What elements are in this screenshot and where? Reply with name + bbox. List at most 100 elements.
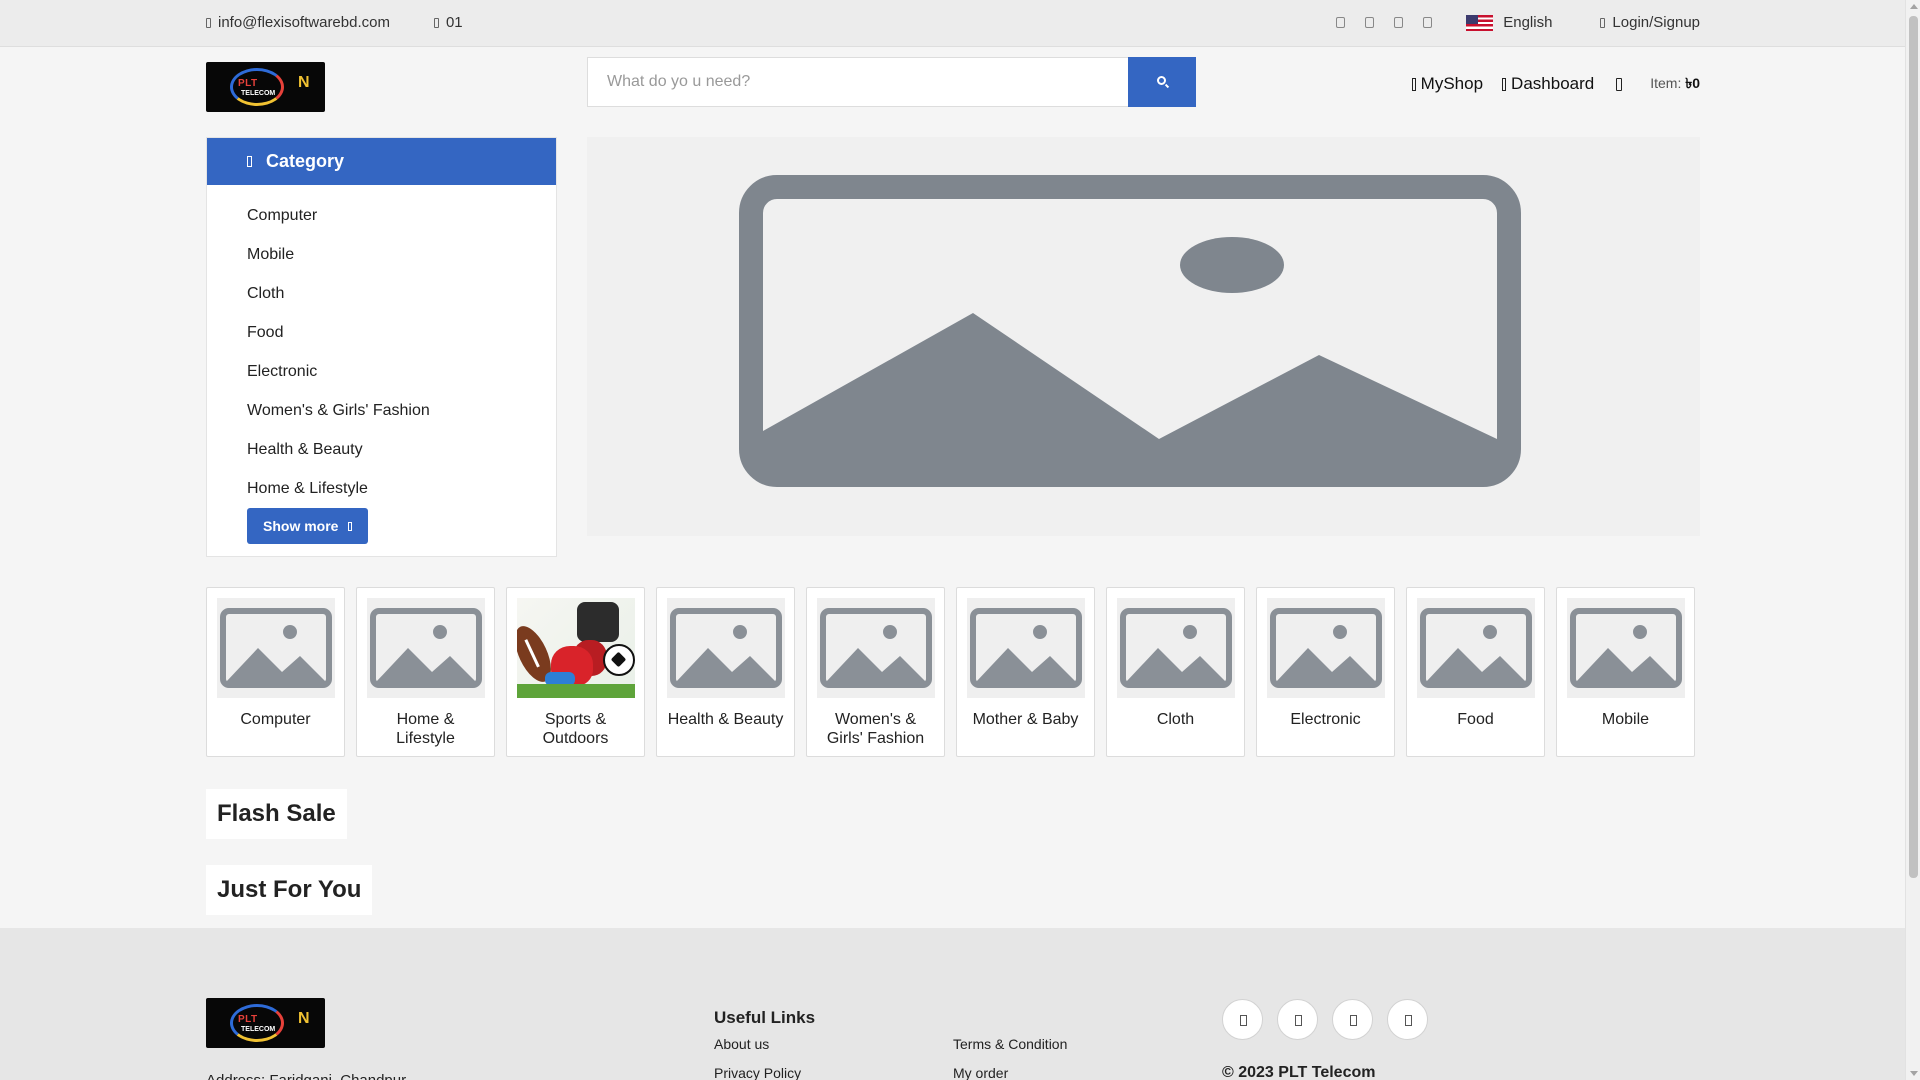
useful-links: About us Terms & Condition Privacy Polic…	[714, 1036, 1192, 1080]
instagram-icon[interactable]	[1332, 999, 1373, 1040]
us-flag-icon	[1466, 14, 1494, 31]
instagram-icon[interactable]	[1394, 17, 1404, 28]
footer-social-links	[1222, 999, 1428, 1040]
category-card[interactable]: Computer	[206, 587, 345, 757]
category-card-label: Women's & Girls' Fashion	[826, 711, 925, 747]
dashboard-label: Dashboard	[1511, 74, 1595, 93]
image-placeholder-icon	[739, 175, 1521, 487]
category-image	[967, 598, 1085, 698]
dashboard-icon	[1502, 77, 1507, 91]
logo-text: PLT	[238, 78, 258, 89]
login-signup-link[interactable]: Login/Signup	[1600, 14, 1700, 31]
category-card-label: Electronic	[1290, 711, 1361, 728]
show-more-label: Show more	[263, 518, 339, 534]
site-logo[interactable]: PLT TELECOM N	[206, 62, 325, 112]
sports-equipment-image	[517, 598, 635, 698]
category-list: Computer Mobile Cloth Food Electronic Wo…	[207, 185, 556, 511]
phone-icon	[433, 17, 439, 28]
chevron-down-icon	[348, 521, 353, 531]
dashboard-link[interactable]: Dashboard	[1502, 74, 1594, 94]
scrollbar-thumb[interactable]	[1909, 16, 1918, 878]
search-bar	[587, 57, 1196, 107]
category-item[interactable]: Food	[207, 316, 556, 355]
header-links: MyShop Dashboard Item: ৳0	[1393, 72, 1700, 96]
footer-link-terms[interactable]: Terms & Condition	[953, 1036, 1192, 1052]
category-image	[667, 598, 785, 698]
category-card[interactable]: Health & Beauty	[656, 587, 795, 757]
topbar-social-links	[1336, 17, 1433, 28]
category-image	[517, 598, 635, 698]
image-placeholder-icon	[370, 608, 482, 688]
flash-sale-heading: Flash Sale	[206, 789, 347, 839]
footer-link-about[interactable]: About us	[714, 1036, 953, 1052]
category-card-label: Health & Beauty	[667, 711, 784, 728]
menu-icon	[247, 156, 252, 167]
vertical-scrollbar[interactable]	[1905, 0, 1920, 1080]
envelope-icon	[206, 17, 211, 28]
search-icon	[1157, 76, 1166, 85]
category-card[interactable]: Sports & Outdoors	[506, 587, 645, 757]
category-card-label: Home & Lifestyle	[396, 711, 455, 747]
category-card[interactable]: Mobile	[1556, 587, 1695, 757]
footer-address: Address: Faridganj, Chandpur	[206, 1072, 406, 1080]
category-card[interactable]: Food	[1406, 587, 1545, 757]
footer-logo-subtext: TELECOM	[241, 1026, 276, 1033]
category-sidebar: Category Computer Mobile Cloth Food Elec…	[206, 137, 557, 557]
footer-link-my-order[interactable]: My order	[953, 1065, 1192, 1080]
category-card[interactable]: Home & Lifestyle	[356, 587, 495, 757]
category-card-label: Sports & Outdoors	[542, 711, 609, 747]
image-placeholder-icon	[820, 608, 932, 688]
category-header[interactable]: Category	[207, 138, 556, 185]
footer-logo[interactable]: PLT TELECOM N	[206, 998, 325, 1048]
myshop-link[interactable]: MyShop	[1411, 74, 1483, 94]
scroll-up-icon[interactable]	[1910, 4, 1918, 9]
category-image	[1417, 598, 1535, 698]
category-card[interactable]: Electronic	[1256, 587, 1395, 757]
category-item[interactable]: Cloth	[207, 277, 556, 316]
hero-banner[interactable]	[587, 137, 1700, 536]
phone-contact[interactable]: 01	[433, 14, 463, 31]
category-card[interactable]: Women's & Girls' Fashion	[806, 587, 945, 757]
top-bar: info@flexisoftwarebd.com 01 English Logi…	[0, 0, 1905, 47]
category-image	[367, 598, 485, 698]
category-item[interactable]: Computer	[207, 199, 556, 238]
category-item[interactable]: Women's & Girls' Fashion	[207, 394, 556, 433]
search-button[interactable]	[1128, 57, 1196, 107]
facebook-icon[interactable]	[1336, 17, 1346, 28]
show-more-button[interactable]: Show more	[247, 508, 369, 544]
scroll-down-icon[interactable]	[1910, 1071, 1918, 1076]
category-card-label: Mobile	[1601, 711, 1650, 728]
footer-link-privacy[interactable]: Privacy Policy	[714, 1065, 953, 1080]
logo-subtext: TELECOM	[241, 90, 276, 97]
category-cards: Computer Home & Lifestyle Sports & Outdo…	[206, 587, 1695, 757]
category-card-label: Mother & Baby	[972, 711, 1079, 728]
search-input[interactable]	[587, 57, 1128, 107]
image-placeholder-icon	[220, 608, 332, 688]
category-image	[817, 598, 935, 698]
login-text: Login/Signup	[1612, 14, 1700, 31]
category-item[interactable]: Mobile	[207, 238, 556, 277]
linkedin-icon[interactable]	[1387, 999, 1428, 1040]
facebook-icon[interactable]	[1222, 999, 1263, 1040]
category-item[interactable]: Health & Beauty	[207, 433, 556, 472]
cart-summary[interactable]: Item: ৳0	[1650, 72, 1700, 96]
email-text: info@flexisoftwarebd.com	[218, 14, 390, 31]
category-card[interactable]: Cloth	[1106, 587, 1245, 757]
language-selector[interactable]: English	[1503, 14, 1552, 31]
just-for-you-heading: Just For You	[206, 865, 373, 915]
twitter-icon[interactable]	[1277, 999, 1318, 1040]
category-image	[1117, 598, 1235, 698]
category-card-label: Computer	[240, 711, 311, 728]
image-placeholder-icon	[1570, 608, 1682, 688]
category-image	[1267, 598, 1385, 698]
linkedin-icon[interactable]	[1423, 17, 1433, 28]
twitter-icon[interactable]	[1365, 17, 1375, 28]
image-placeholder-icon	[970, 608, 1082, 688]
cart-icon[interactable]	[1616, 77, 1623, 91]
category-item[interactable]: Home & Lifestyle	[207, 472, 556, 511]
category-card[interactable]: Mother & Baby	[956, 587, 1095, 757]
footer-logo-text: PLT	[238, 1014, 258, 1025]
category-item[interactable]: Electronic	[207, 355, 556, 394]
email-contact[interactable]: info@flexisoftwarebd.com	[206, 14, 390, 31]
cart-items-label: Item:	[1650, 75, 1682, 91]
